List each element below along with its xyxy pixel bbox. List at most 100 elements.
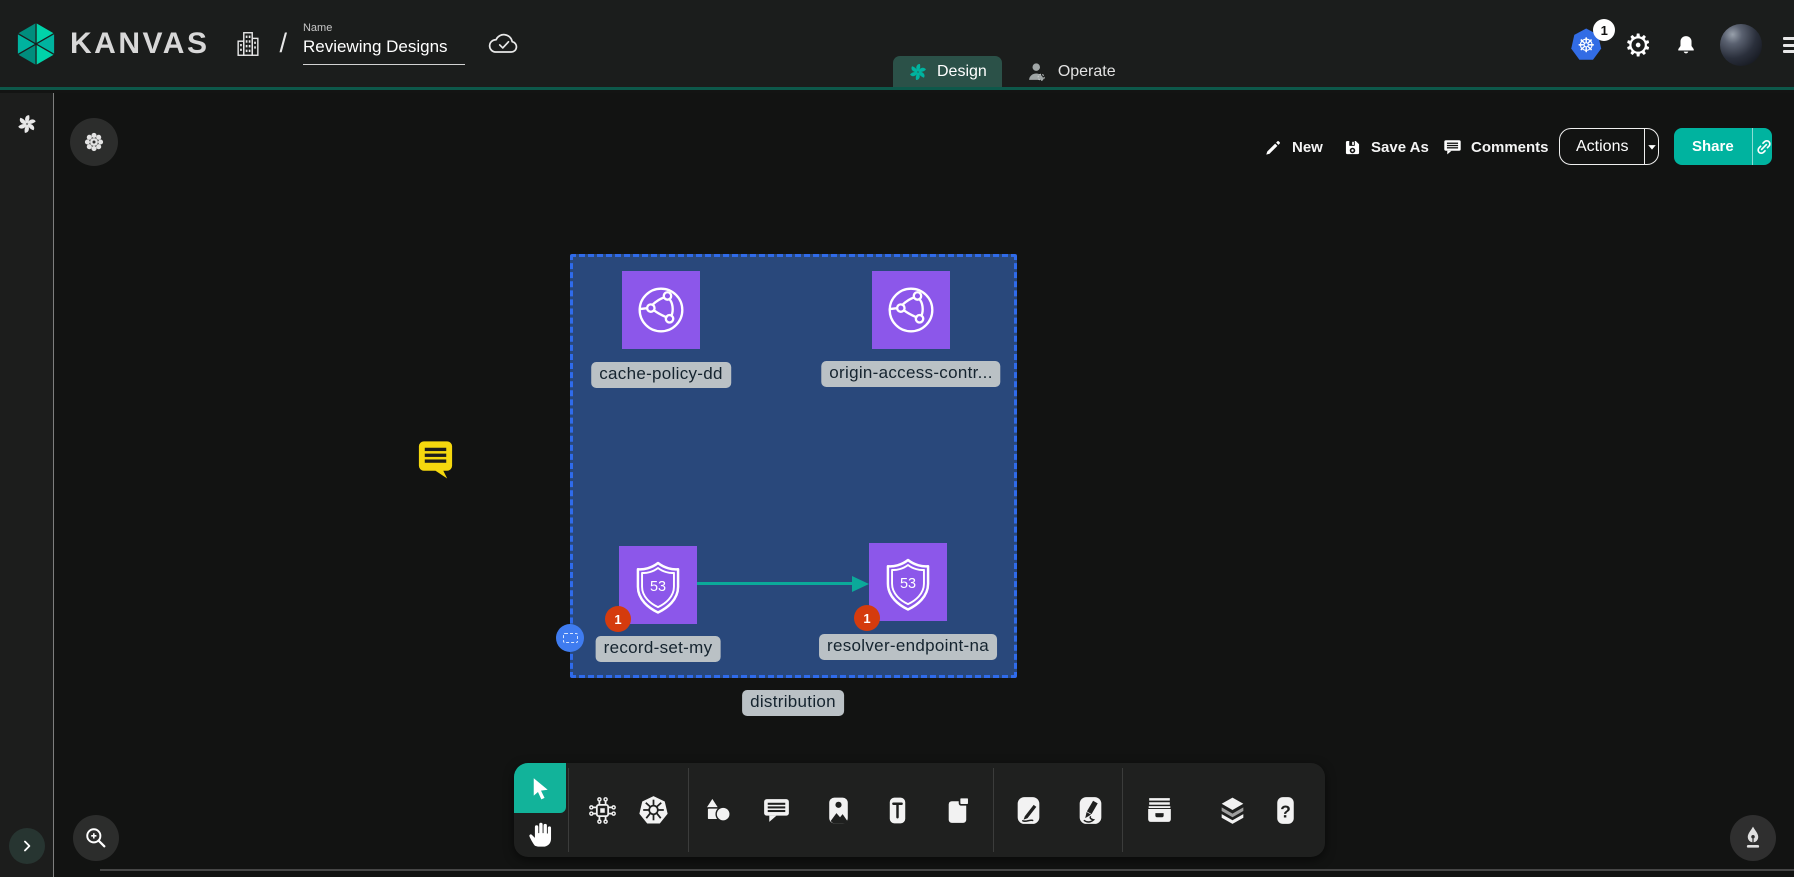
svg-text:?: ? (1280, 801, 1291, 821)
shapes-tool[interactable] (696, 789, 738, 831)
comments-button[interactable]: Comments (1442, 129, 1549, 165)
pan-hand-tool[interactable] (524, 817, 558, 851)
design-name-input[interactable] (303, 37, 465, 65)
zoom-in-button[interactable] (73, 815, 119, 861)
layers-tool[interactable] (1211, 789, 1253, 831)
node-cache-policy[interactable] (622, 271, 700, 349)
floppy-save-icon (1342, 137, 1363, 158)
image-tool[interactable] (817, 789, 859, 831)
help-tool[interactable]: ? (1264, 789, 1306, 831)
bottom-toolbar: ? (514, 763, 1325, 857)
comment-tool-icon (760, 794, 793, 827)
menu-icon[interactable] (1783, 37, 1794, 53)
comment-tool[interactable] (755, 789, 797, 831)
organization-button[interactable] (233, 29, 263, 59)
edge-arrowhead (852, 576, 869, 592)
canvas-settings-button[interactable] (70, 118, 118, 166)
operate-person-icon (1025, 60, 1049, 84)
text-icon (881, 794, 914, 827)
comment-bubble-icon (415, 436, 456, 480)
save-as-button[interactable]: Save As (1342, 129, 1429, 165)
design-name-field: Name (303, 22, 465, 65)
edge-record-to-resolver[interactable] (697, 582, 852, 585)
design-name-label: Name (303, 22, 465, 34)
drawer-tool[interactable] (1138, 789, 1180, 831)
node-resolver-endpoint[interactable] (869, 543, 947, 621)
cloudfront-globe-icon (628, 277, 694, 343)
shapes-icon (701, 794, 734, 827)
chevron-right-icon (16, 835, 38, 857)
toolbar-divider (568, 768, 569, 852)
kubernetes-context-count-badge: 1 (1593, 19, 1615, 41)
drawer-archive-icon (1143, 794, 1176, 827)
error-count-badge[interactable]: 1 (854, 605, 880, 631)
pencil-new-icon (1263, 137, 1284, 158)
toolbar-divider (688, 768, 689, 852)
node-label-resolver-endpoint: resolver-endpoint-na (819, 634, 997, 660)
pen-card-icon (1012, 794, 1045, 827)
share-button[interactable]: Share (1674, 128, 1772, 165)
error-count-badge[interactable]: 1 (605, 606, 631, 632)
meshery-spiral-icon[interactable] (16, 113, 38, 135)
actions-label: Actions (1560, 138, 1644, 156)
design-canvas[interactable]: New Save As Comments (55, 93, 1794, 877)
toolbar-divider (1122, 768, 1123, 852)
breadcrumb-separator: / (279, 28, 287, 59)
header-left: KANVAS (0, 20, 521, 68)
share-label: Share (1674, 138, 1752, 155)
design-spiral-icon (908, 62, 928, 82)
zoom-in-icon (82, 824, 110, 852)
user-avatar[interactable] (1720, 24, 1762, 66)
link-icon (1753, 136, 1775, 158)
select-tool[interactable] (514, 763, 566, 813)
expand-sidebar-button[interactable] (9, 828, 45, 864)
cursor-arrow-icon (527, 774, 554, 802)
comment-marker[interactable] (415, 436, 456, 480)
left-sidebar (0, 93, 54, 877)
settings-gear-icon[interactable]: ⚙ (1624, 30, 1652, 61)
hand-icon (526, 819, 556, 849)
node-record-set[interactable] (619, 546, 697, 624)
component-tool[interactable] (581, 789, 623, 831)
layers-icon (1216, 794, 1249, 827)
toolbar-divider (993, 768, 994, 852)
circuit-component-icon (586, 794, 619, 827)
mode-tabs: Design Operate (893, 56, 1131, 87)
cloudfront-globe-icon (878, 277, 944, 343)
new-label: New (1292, 139, 1323, 156)
pencil-tool[interactable] (1069, 789, 1111, 831)
kanvas-app: KANVAS (0, 0, 1794, 877)
flower-gear-icon (79, 127, 109, 157)
pen-mode-button[interactable] (1730, 815, 1776, 861)
comments-icon (1442, 137, 1463, 158)
node-label-origin-access: origin-access-contr... (821, 361, 1000, 387)
brand-name: KANVAS (70, 27, 209, 61)
kanvas-logo-icon[interactable] (12, 20, 60, 68)
building-icon (233, 29, 263, 59)
note-tool[interactable] (937, 789, 979, 831)
question-mark-icon: ? (1269, 794, 1302, 827)
tab-operate[interactable]: Operate (1010, 56, 1131, 87)
group-label-distribution: distribution (742, 690, 844, 716)
text-tool[interactable] (876, 789, 918, 831)
node-label-record-set: record-set-my (596, 636, 721, 662)
kubernetes-wheel-icon (637, 794, 670, 827)
actions-dropdown-button[interactable]: Actions (1559, 128, 1659, 165)
tab-design[interactable]: Design (893, 56, 1002, 87)
node-origin-access[interactable] (872, 271, 950, 349)
notifications-bell-icon[interactable] (1673, 31, 1699, 59)
actions-caret-button[interactable] (1644, 129, 1659, 164)
caret-down-icon (1645, 141, 1659, 153)
app-header: KANVAS (0, 0, 1794, 90)
image-icon (822, 794, 855, 827)
comments-label: Comments (1471, 139, 1549, 156)
kubernetes-context-button[interactable]: ☸ 1 (1569, 27, 1603, 63)
pen-nib-icon (1739, 824, 1767, 852)
pen-tool[interactable] (1007, 789, 1049, 831)
group-selection-handle[interactable] (556, 624, 584, 652)
copy-link-button[interactable] (1752, 128, 1775, 165)
save-as-label: Save As (1371, 139, 1429, 156)
new-button[interactable]: New (1263, 129, 1323, 165)
route53-shield-icon (875, 549, 941, 615)
kubernetes-tool[interactable] (632, 789, 674, 831)
